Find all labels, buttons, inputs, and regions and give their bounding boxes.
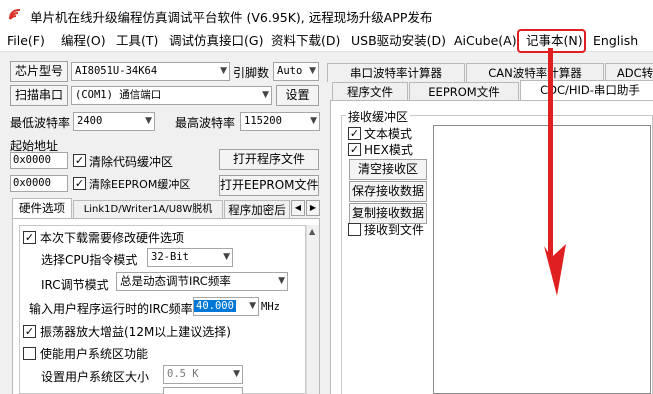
chevron-down-icon: ▼ [233, 369, 240, 379]
chevron-down-icon: ▼ [310, 116, 317, 126]
max-baud-label: 最高波特率 [175, 116, 236, 130]
tab-program-file[interactable]: 程序文件 [332, 82, 408, 101]
chevron-down-icon: ▼ [262, 90, 269, 100]
recv-to-file-label: 接收到文件 [364, 223, 425, 237]
irc-freq-label: 输入用户程序运行时的IRC频率 [29, 302, 193, 316]
scan-port-button[interactable]: 扫描串口 [10, 85, 68, 106]
pin-count-label: 引脚数 [233, 66, 270, 80]
sys-area-label: 使能用户系统区功能 [40, 347, 149, 361]
scrollbar[interactable]: ▲ [306, 225, 319, 394]
tab-link1d[interactable]: Link1D/Writer1A/U8W脱机 [73, 200, 223, 219]
menu-file[interactable]: File(F) [7, 30, 45, 52]
menu-english[interactable]: English [593, 30, 638, 52]
eeprom-address-input[interactable]: 0x0000 [10, 175, 68, 192]
scroll-up-icon[interactable]: ▲ [309, 227, 315, 236]
cpu-mode-label: 选择CPU指令模式 [41, 253, 138, 267]
sys-area-checkbox[interactable] [23, 347, 36, 360]
menu-aicube[interactable]: AiCube(A) [454, 30, 517, 52]
settings-button[interactable]: 设置 [276, 85, 319, 106]
irc-mode-label: IRC调节模式 [41, 278, 109, 292]
tab-baud-calculator[interactable]: 串口波特率计算器 [327, 63, 465, 82]
chevron-down-icon: ▼ [145, 116, 152, 126]
clear-eeprom-label: 清除EEPROM缓冲区 [89, 178, 191, 191]
open-program-button[interactable]: 打开程序文件 [219, 149, 319, 170]
sys-area-size-select[interactable]: 0.5 K ▼ [163, 365, 243, 384]
sys-area-size-label: 设置用户系统区大小 [41, 370, 150, 384]
open-eeprom-button[interactable]: 打开EEPROM文件 [219, 175, 319, 196]
tab-scroll-left-button[interactable]: ◀ [291, 200, 305, 216]
code-address-input[interactable]: 0x0000 [10, 152, 68, 169]
title-bar: 单片机在线升级编程仿真调试平台软件 (V6.95K), 远程现场升级APP发布 [0, 0, 653, 30]
menu-usb-driver[interactable]: USB驱动安装(D) [351, 30, 446, 52]
freq-unit-label: MHz [261, 301, 280, 313]
receive-buffer-label: 接收缓冲区 [346, 108, 411, 125]
osc-gain-label: 振荡器放大增益(12M以上建议选择) [40, 325, 231, 339]
irc-mode-select[interactable]: 总是动态调节IRC频率 ▼ [116, 272, 288, 291]
cpu-mode-select[interactable]: 32-Bit ▼ [147, 248, 233, 267]
sys-area-extra-select[interactable] [163, 387, 243, 394]
clear-receive-button[interactable]: 清空接收区 [349, 159, 427, 180]
menu-downloads[interactable]: 资料下载(D) [271, 30, 340, 52]
clear-eeprom-checkbox[interactable]: ✓ [73, 177, 86, 190]
chip-model-select[interactable]: AI8051U-34K64 ▼ [71, 62, 230, 81]
irc-freq-select[interactable]: 40.000 ▼ [193, 297, 259, 316]
chip-model-button[interactable]: 芯片型号 [10, 61, 68, 82]
menu-program[interactable]: 编程(O) [61, 30, 106, 52]
tab-hardware-options[interactable]: 硬件选项 [12, 198, 72, 219]
modify-hw-label: 本次下载需要修改硬件选项 [40, 231, 185, 245]
menu-debug-interface[interactable]: 调试仿真接口(G) [169, 30, 263, 52]
osc-gain-checkbox[interactable]: ✓ [23, 325, 36, 338]
clear-code-checkbox[interactable]: ✓ [73, 154, 86, 167]
app-logo-icon [9, 9, 21, 20]
recv-to-file-checkbox[interactable] [348, 223, 361, 236]
chevron-down-icon: ▼ [223, 252, 230, 262]
tab-encrypt[interactable]: 程序加密后 [224, 200, 290, 219]
max-baud-select[interactable]: 115200 ▼ [240, 112, 320, 131]
chevron-down-icon: ▼ [309, 66, 316, 76]
tab-eeprom-file[interactable]: EEPROM文件 [409, 82, 519, 101]
min-baud-label: 最低波特率 [10, 116, 71, 130]
tab-scroll-right-button[interactable]: ▶ [306, 200, 320, 216]
menu-tools[interactable]: 工具(T) [116, 30, 158, 52]
pin-count-select[interactable]: Auto ▼ [273, 62, 319, 81]
text-mode-checkbox[interactable]: ✓ [348, 127, 361, 140]
clear-code-label: 清除代码缓冲区 [89, 155, 174, 169]
text-mode-label: 文本模式 [364, 127, 413, 141]
port-select[interactable]: (COM1) 通信端口 ▼ [71, 86, 272, 105]
hex-mode-label: HEX模式 [364, 143, 413, 157]
chevron-down-icon: ▼ [249, 301, 256, 311]
chevron-down-icon: ▼ [220, 66, 227, 76]
save-receive-button[interactable]: 保存接收数据 [349, 181, 427, 202]
chevron-down-icon: ▼ [278, 276, 285, 286]
annotation-arrow-icon [544, 48, 566, 296]
hex-mode-checkbox[interactable]: ✓ [348, 143, 361, 156]
modify-hw-checkbox[interactable]: ✓ [23, 231, 36, 244]
window-title: 单片机在线升级编程仿真调试平台软件 (V6.95K), 远程现场升级APP发布 [30, 10, 433, 25]
min-baud-select[interactable]: 2400 ▼ [73, 112, 155, 131]
